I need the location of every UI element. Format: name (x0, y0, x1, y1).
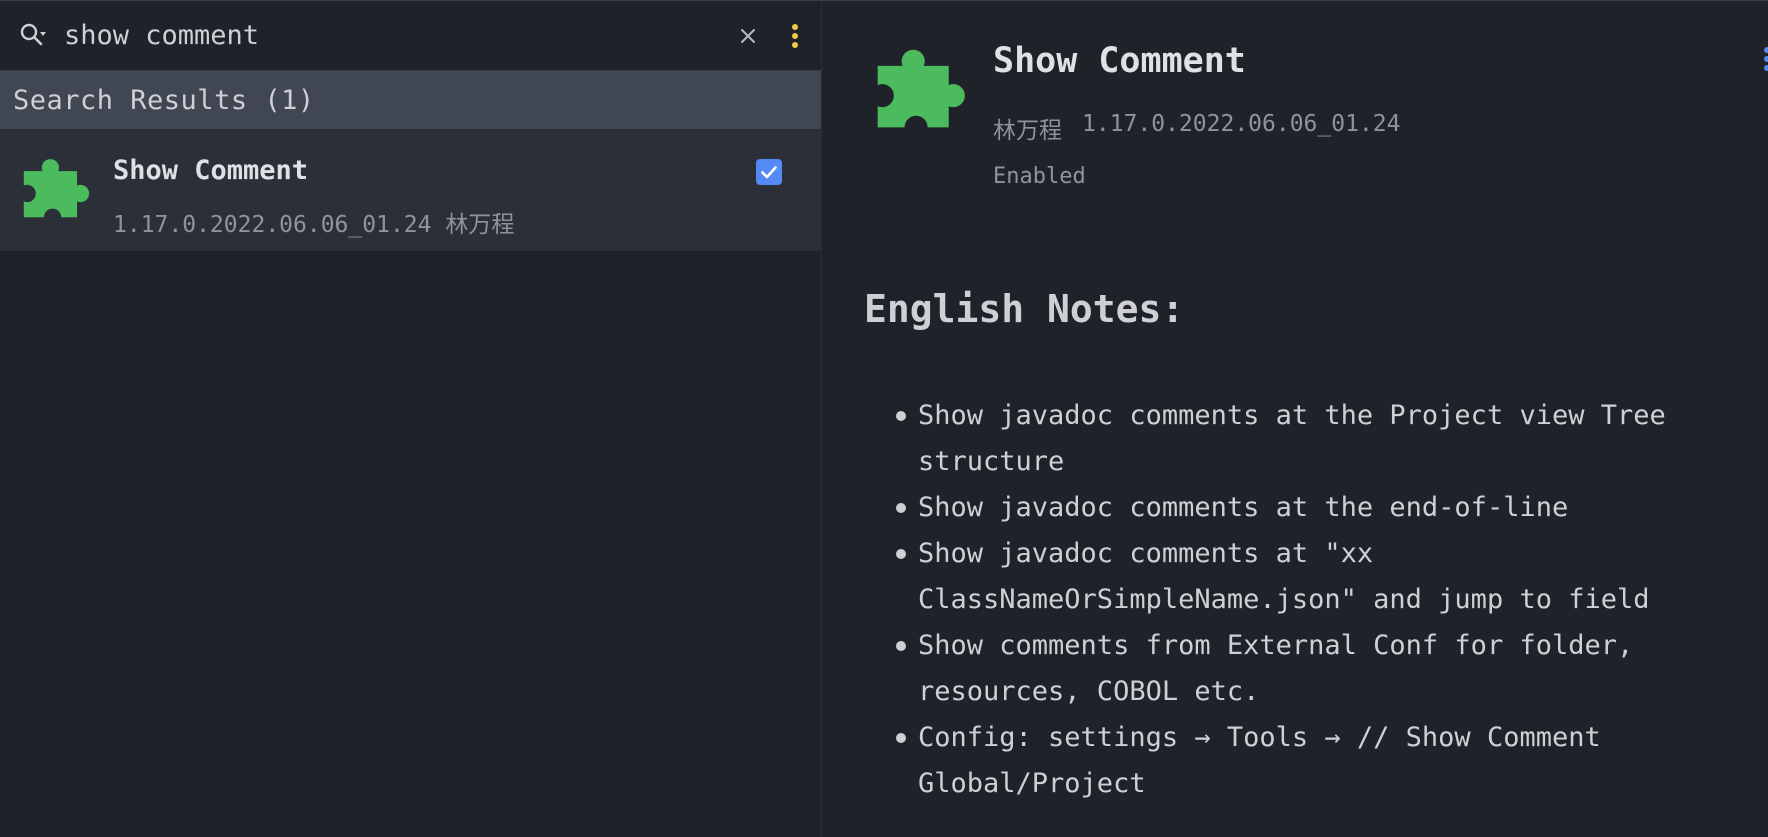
enable-checkbox[interactable] (756, 159, 782, 185)
list-item: Show javadoc comments at the Project vie… (896, 393, 1718, 485)
bullet-icon (896, 733, 906, 743)
plugin-list-pane: Search Results (1) Show Comment 1.17.0.2… (0, 1, 822, 837)
search-results-label: Search Results (1) (13, 84, 315, 116)
bullet-icon (896, 411, 906, 421)
note-text: Show javadoc comments at "xx ClassNameOr… (918, 538, 1650, 615)
status-badge: Enabled (993, 164, 1086, 189)
note-text: Show comments from External Conf for fol… (918, 630, 1634, 707)
plugin-title: Show Comment (993, 41, 1246, 81)
note-text: Show javadoc comments at the Project vie… (918, 400, 1666, 477)
plugin-version: 1.17.0.2022.06.06_01.24 (1082, 111, 1401, 137)
search-bar (0, 1, 821, 71)
note-text: Show javadoc comments at the end-of-line (918, 492, 1569, 523)
search-input[interactable] (64, 15, 733, 56)
list-item[interactable]: Show Comment 1.17.0.2022.06.06_01.24 林万程 (0, 129, 821, 251)
bullet-icon (896, 503, 906, 513)
more-vertical-icon[interactable] (785, 21, 805, 51)
plugin-meta: 林万程 1.17.0.2022.06.06_01.24 (993, 111, 1401, 145)
plugin-author: 林万程 (993, 118, 1062, 144)
notes-heading: English Notes: (864, 287, 1185, 331)
puzzle-piece-icon (870, 39, 966, 135)
note-text: Config: settings → Tools → // Show Comme… (918, 722, 1601, 799)
list-item: Show javadoc comments at "xx ClassNameOr… (896, 531, 1718, 623)
puzzle-piece-icon (18, 151, 90, 223)
notes-list: Show javadoc comments at the Project vie… (896, 393, 1768, 807)
search-results-header: Search Results (1) (0, 71, 821, 129)
list-item: Config: settings → Tools → // Show Comme… (896, 715, 1718, 807)
close-icon[interactable] (733, 21, 763, 51)
checkmark-icon (761, 166, 777, 179)
plugin-detail-pane: Show Comment 林万程 1.17.0.2022.06.06_01.24… (822, 1, 1768, 837)
more-vertical-icon[interactable] (1762, 45, 1768, 73)
bullet-icon (896, 641, 906, 651)
list-item: Show javadoc comments at the end-of-line (896, 485, 1718, 531)
plugin-manager: Search Results (1) Show Comment 1.17.0.2… (0, 0, 1768, 837)
list-item: Show comments from External Conf for fol… (896, 623, 1718, 715)
plugin-name: Show Comment (113, 155, 309, 186)
search-history-icon[interactable] (18, 21, 48, 51)
plugin-version-author: 1.17.0.2022.06.06_01.24 林万程 (113, 212, 515, 238)
bullet-icon (896, 549, 906, 559)
